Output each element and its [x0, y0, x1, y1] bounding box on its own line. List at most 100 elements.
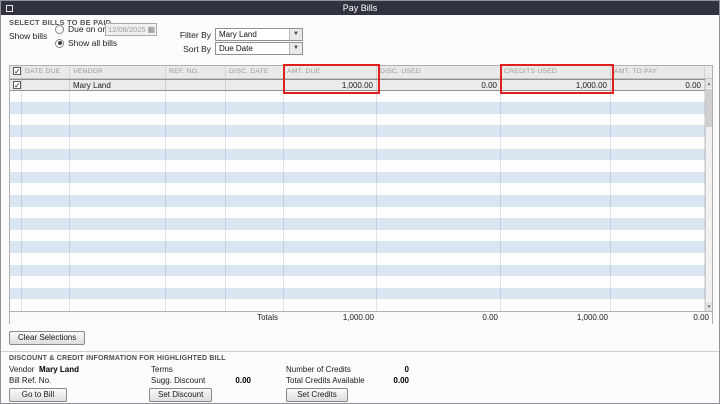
set-credits-button[interactable]: Set Credits [286, 388, 348, 402]
window-restore-icon[interactable] [6, 4, 13, 12]
empty-cell [226, 287, 284, 300]
empty-row[interactable] [10, 183, 712, 195]
empty-cell [284, 90, 377, 103]
chevron-down-icon[interactable]: ▼ [289, 43, 302, 54]
column-header-disc-date[interactable]: DISC. DATE [226, 66, 284, 78]
vertical-scrollbar[interactable]: ▲ ▼ [705, 79, 712, 311]
empty-cell [501, 183, 611, 195]
empty-row[interactable] [10, 241, 712, 253]
empty-cell [22, 102, 70, 114]
empty-cell [70, 287, 166, 300]
empty-cell [501, 136, 611, 149]
cell-disc-used[interactable]: 0.00 [377, 80, 501, 90]
empty-cell [166, 229, 226, 242]
empty-cell [166, 218, 226, 230]
calendar-icon[interactable]: ▦ [147, 25, 156, 35]
empty-cell [22, 125, 70, 137]
totals-value: 0.00 [693, 313, 709, 322]
empty-cell [611, 252, 705, 265]
empty-cell [10, 148, 22, 161]
column-header-credits-used[interactable]: CREDITS USED [501, 66, 611, 78]
empty-row[interactable] [10, 287, 712, 300]
cell-ref-no[interactable] [166, 80, 226, 90]
empty-row[interactable] [10, 194, 712, 207]
empty-cell [501, 90, 611, 103]
empty-row[interactable] [10, 148, 712, 161]
empty-row[interactable] [10, 160, 712, 172]
empty-cell [10, 160, 22, 172]
empty-cell [70, 252, 166, 265]
column-header-vendor[interactable]: VENDOR [70, 66, 166, 78]
cell-checkbox: ✓ [10, 80, 22, 90]
empty-cell [10, 136, 22, 149]
empty-cell [22, 113, 70, 126]
column-header-disc-used[interactable]: DISC. USED [377, 66, 501, 78]
filter-by-select[interactable]: Mary Land ▼ [215, 28, 303, 41]
scroll-down-icon[interactable]: ▼ [706, 302, 712, 311]
empty-row[interactable] [10, 113, 712, 126]
set-discount-button[interactable]: Set Discount [149, 388, 213, 402]
empty-row[interactable] [10, 206, 712, 219]
empty-cell [70, 194, 166, 207]
empty-cell [611, 136, 705, 149]
empty-row[interactable] [10, 276, 712, 288]
empty-cell [22, 183, 70, 195]
empty-cell [377, 160, 501, 172]
empty-cell [10, 287, 22, 300]
cell-disc-date[interactable] [226, 80, 284, 90]
empty-cell [377, 252, 501, 265]
scrollbar-thumb[interactable] [706, 89, 712, 127]
cell-vendor[interactable]: Mary Land [70, 80, 166, 90]
clear-selections-button[interactable]: Clear Selections [9, 331, 86, 345]
sort-by-select[interactable]: Due Date ▼ [215, 42, 303, 55]
empty-cell [70, 148, 166, 161]
cell-amt-due[interactable]: 1,000.00 [284, 80, 377, 90]
empty-row[interactable] [10, 264, 712, 277]
empty-row[interactable] [10, 218, 712, 230]
pay-bills-window: Pay Bills SELECT BILLS TO BE PAID Show b… [0, 0, 720, 404]
number-of-credits-value: 0 [404, 365, 409, 374]
empty-row[interactable] [10, 252, 712, 265]
go-to-bill-button[interactable]: Go to Bill [9, 388, 67, 402]
radio-show-all-bills[interactable]: Show all bills [55, 38, 117, 48]
empty-row[interactable] [10, 171, 712, 184]
row-checkbox[interactable]: ✓ [13, 81, 21, 90]
cell-credits-used[interactable]: 1,000.00 [501, 80, 611, 90]
empty-cell [377, 102, 501, 114]
empty-cell [166, 206, 226, 219]
radio-circle-icon [55, 24, 64, 34]
empty-cell [10, 276, 22, 288]
empty-cell [166, 194, 226, 207]
empty-cell [70, 102, 166, 114]
select-all-checkbox[interactable]: ✓ [13, 67, 21, 76]
empty-cell [611, 299, 705, 311]
empty-row[interactable] [10, 136, 712, 149]
empty-cell [22, 171, 70, 184]
chevron-down-icon[interactable]: ▼ [289, 29, 302, 40]
due-date-input[interactable]: 12/08/2025 ▦ [105, 23, 157, 36]
empty-cell [226, 252, 284, 265]
column-header-amt-due[interactable]: AMT. DUE [284, 66, 377, 78]
column-header-ref-no[interactable]: REF. NO. [166, 66, 226, 78]
table-row-mary-land[interactable]: ✓ Mary Land 1,000.00 0.00 1,000.00 0.00 [10, 79, 712, 91]
cell-amt-to-pay[interactable]: 0.00 [611, 80, 705, 90]
empty-cell [166, 276, 226, 288]
empty-row[interactable] [10, 299, 712, 311]
column-header-amt-to-pay[interactable]: AMT. TO PAY [611, 66, 705, 78]
empty-cell [22, 194, 70, 207]
empty-cell [284, 276, 377, 288]
column-header-date-due[interactable]: DATE DUE [22, 66, 70, 78]
table-header-row: ✓ DATE DUE VENDOR REF. NO. DISC. DATE AMT. DU… [10, 66, 712, 79]
empty-cell [22, 241, 70, 253]
empty-row[interactable] [10, 229, 712, 242]
cell-date-due[interactable] [22, 80, 70, 90]
empty-cell [70, 299, 166, 311]
empty-row[interactable] [10, 102, 712, 114]
empty-cell [284, 113, 377, 126]
empty-row[interactable] [10, 90, 712, 103]
discount-credit-section-label: DISCOUNT & CREDIT INFORMATION FOR HIGHLI… [9, 355, 226, 362]
empty-cell [166, 183, 226, 195]
empty-row[interactable] [10, 125, 712, 137]
empty-cell [166, 171, 226, 184]
scroll-up-icon[interactable]: ▲ [706, 79, 712, 88]
